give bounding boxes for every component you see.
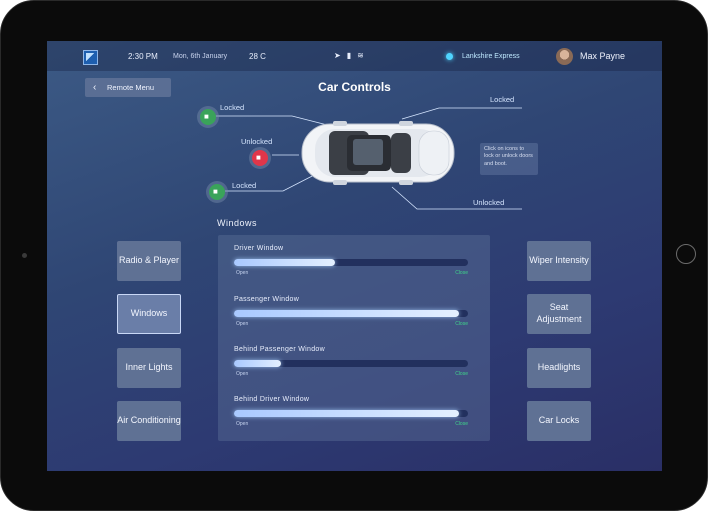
- window-name: Driver Window: [234, 245, 284, 252]
- window-slider-fill[interactable]: [234, 410, 459, 417]
- window-slider[interactable]: [234, 410, 468, 417]
- camera: [22, 253, 27, 258]
- window-name: Behind Passenger Window: [234, 346, 325, 353]
- window-row: Behind Passenger Window Open Close: [234, 346, 468, 386]
- close-label: Close: [455, 421, 468, 427]
- window-slider[interactable]: [234, 360, 468, 367]
- lock-middle-left-button[interactable]: ■: [209, 184, 225, 200]
- windows-section-title: Windows: [217, 218, 258, 228]
- window-row: Driver Window Open Close: [234, 245, 468, 285]
- tablet-frame: 2:30 PM Mon, 6th January 28 C ➤▮≋ Lanksh…: [0, 0, 708, 511]
- lock-icon: ■: [213, 187, 218, 196]
- lock-front-left-status: Locked: [220, 103, 245, 112]
- air-conditioning-button[interactable]: Air Conditioning: [117, 401, 181, 441]
- unlock-icon: ■: [256, 153, 261, 162]
- lock-hint: Click on icons to lock or unlock doors a…: [480, 143, 538, 175]
- open-label: Open: [236, 321, 249, 327]
- lock-rear-left-button[interactable]: ■: [252, 150, 268, 166]
- lock-front-left-button[interactable]: ■: [200, 109, 216, 125]
- open-label: Open: [236, 371, 249, 377]
- close-label: Close: [455, 321, 468, 327]
- window-name: Behind Driver Window: [234, 396, 310, 403]
- open-label: Open: [236, 421, 249, 427]
- lock-icon: ■: [204, 112, 209, 121]
- lock-middle-left-status: Locked: [232, 181, 257, 190]
- window-slider-fill[interactable]: [234, 310, 459, 317]
- car-diagram: [207, 107, 522, 210]
- window-slider-fill[interactable]: [234, 360, 281, 367]
- car-body: [301, 121, 455, 185]
- window-slider[interactable]: [234, 259, 468, 266]
- seat-adjustment-button[interactable]: Seat Adjustment: [527, 294, 591, 334]
- open-label: Open: [236, 270, 249, 276]
- window-slider-fill[interactable]: [234, 259, 335, 266]
- radio-player-button[interactable]: Radio & Player: [117, 241, 181, 281]
- home-button[interactable]: [676, 244, 696, 264]
- windows-button[interactable]: Windows: [117, 294, 181, 334]
- wiper-intensity-button[interactable]: Wiper Intensity: [527, 241, 591, 281]
- close-label: Close: [455, 371, 468, 377]
- inner-lights-button[interactable]: Inner Lights: [117, 348, 181, 388]
- window-slider[interactable]: [234, 310, 468, 317]
- window-name: Passenger Window: [234, 296, 300, 303]
- lock-rear-right-status[interactable]: Unlocked: [473, 198, 504, 207]
- headlights-button[interactable]: Headlights: [527, 348, 591, 388]
- line-front-right: [401, 107, 522, 120]
- car-locks-button[interactable]: Car Locks: [527, 401, 591, 441]
- lock-front-right-status[interactable]: Locked: [490, 95, 514, 104]
- screen: 2:30 PM Mon, 6th January 28 C ➤▮≋ Lanksh…: [47, 41, 662, 471]
- window-row: Behind Driver Window Open Close: [234, 396, 468, 436]
- lock-rear-left-status: Unlocked: [241, 137, 273, 146]
- window-row: Passenger Window Open Close: [234, 296, 468, 336]
- close-label: Close: [455, 270, 468, 276]
- windows-panel: Driver Window Open Close Passenger Windo…: [218, 235, 490, 441]
